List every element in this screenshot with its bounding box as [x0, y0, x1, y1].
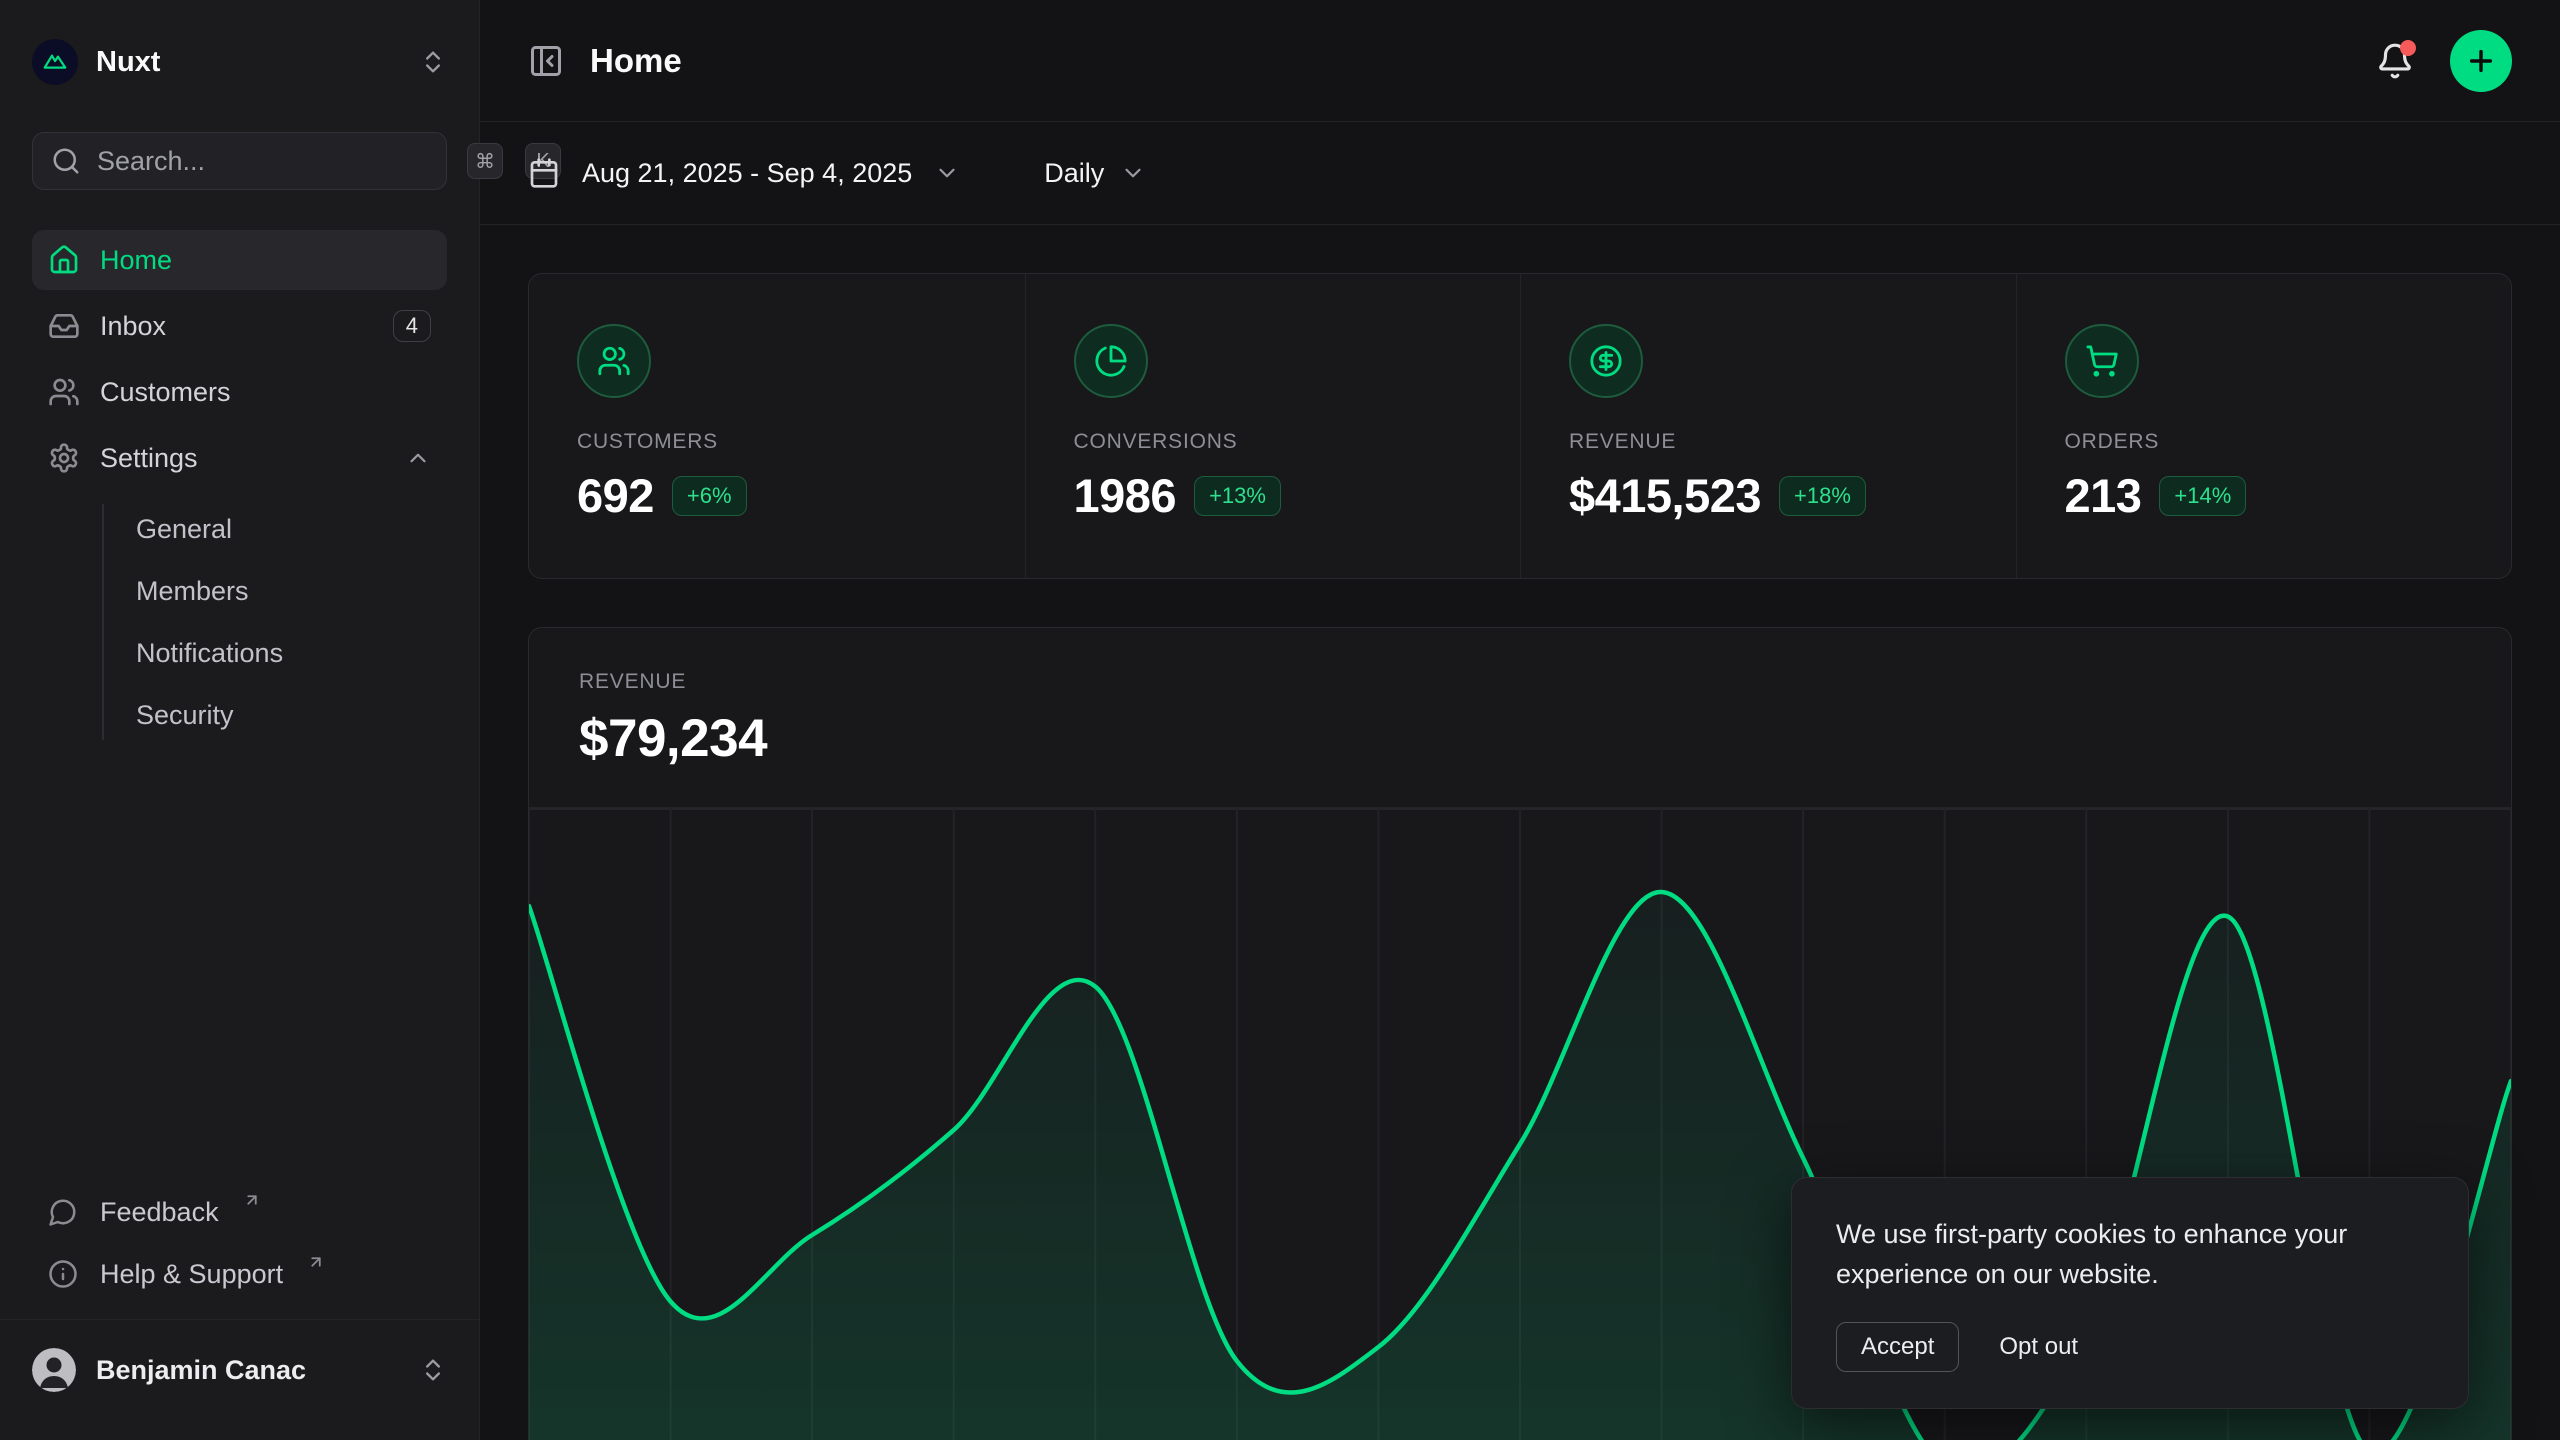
user-section: Benjamin Canac [0, 1319, 479, 1422]
stat-delta-badge: +18% [1779, 476, 1866, 516]
collapse-sidebar-icon[interactable] [528, 43, 564, 79]
search-icon [51, 146, 81, 176]
pie-chart-icon [1074, 324, 1148, 398]
info-icon [48, 1259, 78, 1289]
filter-toolbar: Aug 21, 2025 - Sep 4, 2025 Daily [480, 122, 2560, 225]
stat-revenue[interactable]: REVENUE $415,523 +18% [1520, 274, 2016, 578]
stat-value: 692 [577, 468, 654, 523]
stat-delta-badge: +6% [672, 476, 747, 516]
sidebar-item-members[interactable]: Members [32, 560, 447, 622]
chevrons-up-down-icon [419, 48, 447, 76]
users-icon [48, 376, 80, 408]
sidebar-item-inbox[interactable]: Inbox 4 [32, 296, 447, 356]
plus-icon [2465, 45, 2497, 77]
stat-value: 1986 [1074, 468, 1177, 523]
add-button[interactable] [2450, 30, 2512, 92]
chevron-down-icon [934, 160, 960, 186]
chevrons-up-down-icon [419, 1356, 447, 1384]
sidebar-footer: Feedback Help & Support Benjamin Canac [32, 1181, 447, 1440]
stat-label: REVENUE [1569, 430, 1968, 454]
page-title: Home [590, 42, 682, 80]
external-link-icon [243, 1191, 261, 1209]
stat-conversions[interactable]: CONVERSIONS 1986 +13% [1025, 274, 1521, 578]
calendar-icon [528, 157, 560, 189]
stat-delta-badge: +13% [1194, 476, 1281, 516]
date-range-picker[interactable]: Aug 21, 2025 - Sep 4, 2025 [528, 157, 960, 189]
stat-value: 213 [2065, 468, 2142, 523]
dollar-circle-icon [1569, 324, 1643, 398]
sidebar-item-label: Inbox [100, 311, 373, 342]
sidebar-item-label: Settings [100, 443, 385, 474]
stat-label: CUSTOMERS [577, 430, 977, 454]
sidebar-item-general[interactable]: General [32, 498, 447, 560]
notifications-button[interactable] [2376, 42, 2414, 80]
cookie-banner: We use first-party cookies to enhance yo… [1791, 1177, 2469, 1409]
search-input-wrap[interactable]: ⌘ K [32, 132, 447, 190]
sidebar-item-settings[interactable]: Settings [32, 428, 447, 488]
search-input[interactable] [97, 146, 451, 177]
inbox-count-badge: 4 [393, 310, 431, 342]
user-menu[interactable]: Benjamin Canac [32, 1338, 447, 1402]
stat-label: CONVERSIONS [1074, 430, 1473, 454]
sidebar: Nuxt ⌘ K Home Inbox 4 [0, 0, 480, 1440]
home-icon [48, 244, 80, 276]
stat-value: $415,523 [1569, 468, 1761, 523]
sidebar-nav: Home Inbox 4 Customers Settings Genera [32, 230, 447, 746]
revenue-chart-label: REVENUE [579, 670, 2461, 694]
granularity-select[interactable]: Daily [1044, 158, 1146, 189]
chat-bubble-icon [48, 1197, 78, 1227]
nuxt-logo-icon [32, 39, 78, 85]
help-support-link[interactable]: Help & Support [32, 1243, 447, 1305]
sidebar-item-label: Home [100, 245, 431, 276]
stat-customers[interactable]: CUSTOMERS 692 +6% [529, 274, 1025, 578]
shopping-cart-icon [2065, 324, 2139, 398]
granularity-value: Daily [1044, 158, 1104, 189]
feedback-label: Feedback [100, 1197, 219, 1228]
sidebar-item-label: Customers [100, 377, 431, 408]
stats-row: CUSTOMERS 692 +6% CONVERSIONS 1986 +13% [528, 273, 2512, 579]
topbar: Home [480, 0, 2560, 122]
sidebar-item-notifications[interactable]: Notifications [32, 622, 447, 684]
chevron-down-icon [1120, 160, 1146, 186]
external-link-icon [307, 1253, 325, 1271]
feedback-link[interactable]: Feedback [32, 1181, 447, 1243]
date-range-value: Aug 21, 2025 - Sep 4, 2025 [582, 158, 912, 189]
stat-orders[interactable]: ORDERS 213 +14% [2016, 274, 2512, 578]
inbox-icon [48, 310, 80, 342]
gear-icon [48, 442, 80, 474]
avatar [32, 1348, 76, 1392]
help-support-label: Help & Support [100, 1259, 283, 1290]
chevron-up-icon [405, 445, 431, 471]
workspace-switcher[interactable]: Nuxt [32, 34, 447, 90]
accept-cookies-button[interactable]: Accept [1836, 1322, 1959, 1372]
workspace-name: Nuxt [96, 46, 401, 79]
revenue-chart-value: $79,234 [579, 708, 2461, 769]
users-icon [577, 324, 651, 398]
stat-label: ORDERS [2065, 430, 2464, 454]
settings-subnav: General Members Notifications Security [32, 498, 447, 746]
user-name: Benjamin Canac [96, 1355, 399, 1386]
sidebar-item-security[interactable]: Security [32, 684, 447, 746]
stat-delta-badge: +14% [2159, 476, 2246, 516]
sidebar-item-customers[interactable]: Customers [32, 362, 447, 422]
optout-cookies-button[interactable]: Opt out [1999, 1333, 2078, 1361]
notification-dot [2400, 40, 2416, 56]
cookie-message: We use first-party cookies to enhance yo… [1836, 1214, 2424, 1294]
sidebar-item-home[interactable]: Home [32, 230, 447, 290]
